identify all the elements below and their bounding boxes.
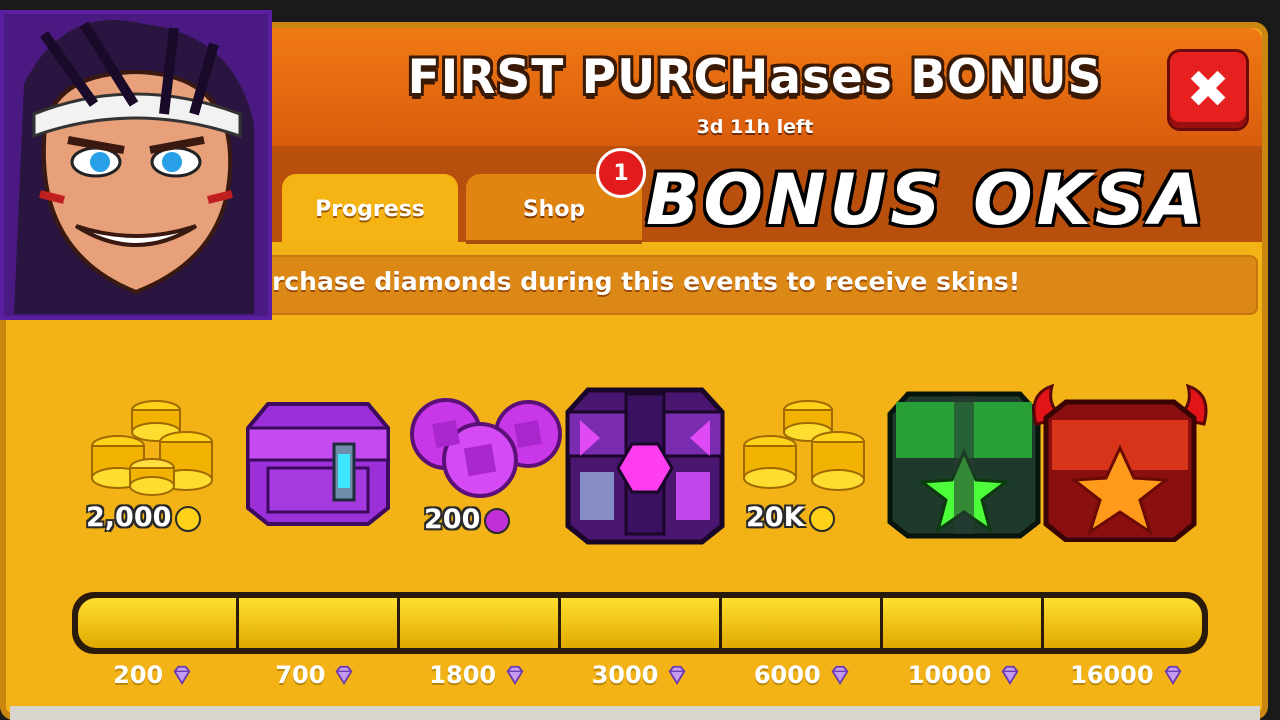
diamond-icon	[173, 665, 191, 685]
reward-dark-purple-chest[interactable]	[560, 386, 730, 546]
character-avatar	[0, 10, 272, 320]
diamond-icon	[336, 665, 353, 685]
progress-segment	[883, 598, 1044, 648]
diamond-icon	[1164, 665, 1182, 685]
info-text: rchase diamonds during this events to re…	[272, 267, 1021, 296]
reward-amount: 2,000	[86, 502, 172, 533]
reward-red-demon-chest[interactable]	[1026, 383, 1214, 543]
reward-green-chest[interactable]	[884, 390, 1044, 540]
milestone: 6000	[721, 655, 883, 695]
coin-stack-icon	[91, 400, 213, 496]
game-screen: FIRST PURCHases BONUS 3d 11h left ✖ Prog…	[0, 0, 1280, 720]
countdown-timer: 3d 11h left	[696, 116, 814, 138]
close-button[interactable]: ✖	[1170, 52, 1246, 128]
progress-track	[78, 598, 1202, 648]
header-text-area: FIRST PURCHases BONUS 3d 11h left	[250, 44, 1260, 148]
milestone: 3000	[559, 655, 721, 695]
green-chest-icon	[887, 391, 1041, 539]
hero-face-icon	[4, 14, 268, 316]
milestone-value: 16000	[1070, 661, 1154, 689]
reward-amount: 20K	[746, 502, 805, 533]
milestone-value: 1800	[429, 661, 497, 689]
milestone: 16000	[1046, 655, 1208, 695]
purple-chest-icon	[246, 402, 390, 526]
progress-segment	[561, 598, 722, 648]
milestone: 10000	[883, 655, 1045, 695]
progress-bar	[72, 592, 1208, 654]
milestone-value: 700	[275, 661, 326, 689]
close-icon: ✖	[1186, 60, 1230, 120]
gem-coins-icon	[410, 398, 562, 498]
red-demon-chest-icon	[1032, 383, 1208, 543]
reward-amount: 200	[424, 504, 481, 535]
diamond-icon	[1001, 665, 1019, 685]
milestone: 700	[234, 655, 396, 695]
diamond-icon	[506, 665, 524, 685]
reward-coins-2000[interactable]: 2,000	[86, 388, 226, 538]
progress-segment	[78, 598, 239, 648]
coin-icon	[808, 505, 835, 532]
milestone-row: 200 700 1800 3000 6000 10000 16000	[72, 655, 1208, 695]
info-banner: rchase diamonds during this events to re…	[262, 255, 1258, 315]
coin-stack-icon	[743, 400, 865, 491]
reward-purple-chest[interactable]	[238, 398, 398, 528]
progress-segment	[722, 598, 883, 648]
milestone-value: 6000	[753, 661, 821, 689]
progress-segment	[1044, 598, 1202, 648]
reward-gems-200[interactable]: 200	[406, 394, 566, 544]
progress-segment	[400, 598, 561, 648]
channel-watermark: BONUS OKSA	[646, 159, 1208, 241]
diamond-icon	[668, 665, 686, 685]
gem-icon	[484, 507, 511, 534]
dark-purple-chest-icon	[565, 387, 725, 545]
milestone-value: 10000	[907, 661, 992, 689]
panel-title: FIRST PURCHases BONUS	[407, 50, 1103, 105]
notification-badge: 1	[596, 148, 646, 198]
reward-coins-20k[interactable]: 20K	[738, 388, 878, 538]
bottom-strip	[10, 706, 1260, 720]
milestone: 200	[72, 655, 234, 695]
tab-progress[interactable]: Progress	[282, 174, 458, 244]
milestone: 1800	[397, 655, 559, 695]
progress-segment	[239, 598, 400, 648]
milestone-value: 3000	[591, 661, 659, 689]
coin-icon	[175, 505, 202, 532]
milestone-value: 200	[113, 661, 164, 689]
diamond-icon	[831, 665, 849, 685]
